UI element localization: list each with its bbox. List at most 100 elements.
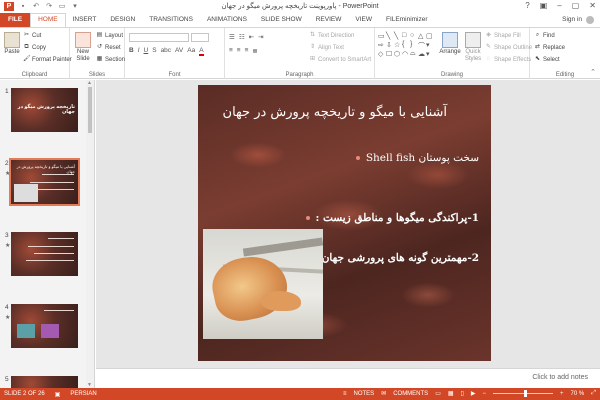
shape-more-icon[interactable]: ▾: [426, 41, 434, 50]
bullet-item[interactable]: 2-مهمترین گونه های پرورشی جهان: [311, 252, 479, 264]
slide-thumbnail-pane[interactable]: 1 تاریخچه پرورش میگو در جهان 2 ★ آشنایی …: [0, 80, 95, 388]
scrollbar-thumb[interactable]: [88, 87, 92, 133]
zoom-slider[interactable]: [492, 390, 553, 397]
zoom-level[interactable]: 70 %: [571, 391, 585, 397]
replace-button[interactable]: ⇄ Replace: [534, 44, 565, 51]
paste-button[interactable]: Paste: [3, 32, 21, 56]
shape-more-icon[interactable]: ▾: [426, 50, 434, 59]
align-text-button[interactable]: ⇕ Align Text: [309, 44, 344, 51]
fit-slide-icon[interactable]: ⤢: [591, 390, 596, 397]
arrange-button[interactable]: Arrange: [439, 32, 461, 56]
underline-button[interactable]: U: [144, 47, 149, 56]
select-button[interactable]: ⬉ Select: [534, 56, 560, 63]
tab-home[interactable]: HOME: [30, 13, 66, 27]
shape-oval-icon[interactable]: ○: [410, 32, 418, 41]
shape-line-icon[interactable]: ╲: [394, 32, 402, 41]
comments-button[interactable]: COMMENTS: [393, 391, 428, 397]
slide-thumbnail-1[interactable]: تاریخچه پرورش میگو در جهان: [11, 88, 78, 132]
bullet-item[interactable]: سخت پوستان Shell fish: [355, 152, 479, 164]
shape-arrow-icon[interactable]: ⇨: [378, 41, 386, 50]
tab-animations[interactable]: ANIMATIONS: [200, 13, 254, 27]
minimize-button[interactable]: –: [557, 1, 561, 10]
slideshow-view-icon[interactable]: ▶: [471, 390, 476, 397]
sign-in-link[interactable]: Sign in: [562, 13, 582, 27]
shape-brace-icon[interactable]: }: [410, 41, 418, 50]
font-size-input[interactable]: [191, 33, 209, 42]
tab-file[interactable]: FILE: [0, 13, 31, 27]
change-case-button[interactable]: Aa: [187, 47, 195, 56]
reading-view-icon[interactable]: ▯: [461, 390, 464, 397]
format-painter-button[interactable]: 🖌 Format Painter: [23, 56, 72, 63]
tab-transitions[interactable]: TRANSITIONS: [142, 13, 200, 27]
font-color-button[interactable]: A: [199, 47, 204, 56]
shape-callout-icon[interactable]: ◇: [378, 50, 386, 59]
zoom-in-icon[interactable]: +: [560, 391, 564, 397]
bullet-item[interactable]: 1-پراکندگی میگوها و مناطق زیست :: [305, 212, 479, 224]
scroll-up-icon[interactable]: ▲: [87, 80, 92, 86]
shape-fill-button[interactable]: ◈ Shape Fill: [485, 32, 521, 39]
decrease-indent-icon[interactable]: ⇤: [249, 33, 254, 41]
zoom-slider-knob[interactable]: [524, 390, 528, 397]
slide-thumbnail-3[interactable]: [11, 232, 78, 276]
shape-brace-icon[interactable]: {: [402, 41, 410, 50]
shrimp-photo[interactable]: [203, 229, 323, 339]
align-right-icon[interactable]: ≡: [245, 47, 249, 55]
ribbon-display-options-icon[interactable]: ▣: [540, 1, 548, 10]
shape-textbox-icon[interactable]: ▭: [378, 32, 386, 41]
cut-button[interactable]: ✂ Cut: [23, 32, 41, 39]
shape-effects-button[interactable]: ◌ Shape Effects: [485, 56, 532, 63]
user-avatar-icon[interactable]: [586, 16, 594, 24]
increase-indent-icon[interactable]: ⇥: [258, 33, 263, 41]
convert-smartart-button[interactable]: ⊞ Convert to SmartArt: [309, 56, 371, 63]
align-center-icon[interactable]: ≡: [237, 47, 241, 55]
shape-curve-icon[interactable]: ⌒: [418, 41, 426, 50]
slide-editing-area[interactable]: آشنایی با میگو و تاریخچه پرورش در جهان س…: [96, 80, 600, 368]
zoom-out-icon[interactable]: −: [482, 391, 486, 397]
shape-callout-icon[interactable]: ⌓: [410, 50, 418, 59]
character-spacing-button[interactable]: AV: [175, 47, 183, 56]
tab-design[interactable]: DESIGN: [103, 13, 142, 27]
slide-thumbnail-2[interactable]: آشنایی با میگو و تاریخچه پرورش در جهان: [9, 158, 80, 206]
shape-callout-icon[interactable]: ⬡: [394, 50, 402, 59]
help-button[interactable]: ?: [525, 1, 529, 10]
current-slide[interactable]: آشنایی با میگو و تاریخچه پرورش در جهان س…: [198, 85, 491, 361]
layout-button[interactable]: ▤ Layout: [96, 32, 123, 39]
tab-insert[interactable]: INSERT: [66, 13, 104, 27]
thumbnail-scrollbar[interactable]: ▲ ▼: [86, 80, 94, 388]
notes-placeholder[interactable]: Click to add notes: [532, 374, 588, 381]
shape-arrow-icon[interactable]: ⇩: [386, 41, 394, 50]
slide-title[interactable]: آشنایی با میگو و تاریخچه پرورش در جهان: [223, 105, 447, 120]
bold-button[interactable]: B: [129, 47, 134, 56]
quick-styles-button[interactable]: Quick Styles: [462, 32, 484, 63]
justify-icon[interactable]: ≣: [252, 47, 257, 55]
strikethrough-button[interactable]: abc: [161, 47, 171, 56]
shape-outline-button[interactable]: ✎ Shape Outline: [485, 44, 532, 51]
shape-callout-icon[interactable]: ☁: [418, 50, 426, 59]
notes-button[interactable]: NOTES: [353, 391, 374, 397]
collapse-ribbon-icon[interactable]: ⌃: [590, 68, 596, 76]
tab-slide-show[interactable]: SLIDE SHOW: [254, 13, 309, 27]
maximize-button[interactable]: ▢: [572, 1, 580, 10]
new-slide-button[interactable]: New Slide: [73, 32, 93, 63]
shape-rounded-rect-icon[interactable]: ▢: [426, 32, 434, 41]
notes-pane[interactable]: Click to add notes: [96, 368, 600, 388]
slide-thumbnail-4[interactable]: [11, 304, 78, 348]
normal-view-icon[interactable]: ▭: [435, 390, 441, 397]
bullets-icon[interactable]: ☰: [229, 33, 235, 41]
reset-button[interactable]: ↺ Reset: [96, 44, 121, 51]
align-left-icon[interactable]: ≡: [229, 47, 233, 55]
shape-line-icon[interactable]: ╲: [386, 32, 394, 41]
spellcheck-icon[interactable]: ▣: [55, 391, 61, 398]
language-indicator[interactable]: PERSIAN: [70, 391, 96, 398]
shape-triangle-icon[interactable]: △: [418, 32, 426, 41]
shapes-gallery[interactable]: ▭ ╲ ╲ □ ○ △ ▢ ⇨ ⇩ ☆{} ⌒ ▾ ◇ ☐ ⬡ ◠ ⌓ ☁ ▾: [378, 32, 436, 59]
section-button[interactable]: ▦ Section: [96, 56, 125, 63]
close-button[interactable]: ✕: [589, 1, 596, 10]
numbering-icon[interactable]: ☷: [239, 33, 245, 41]
slide-thumbnail-5[interactable]: [11, 376, 78, 388]
copy-button[interactable]: ⧉ Copy: [23, 44, 46, 51]
tab-view[interactable]: VIEW: [348, 13, 379, 27]
font-name-input[interactable]: [129, 33, 189, 42]
tab-fileminimizer[interactable]: FILEminimizer: [379, 13, 435, 27]
tab-review[interactable]: REVIEW: [309, 13, 349, 27]
